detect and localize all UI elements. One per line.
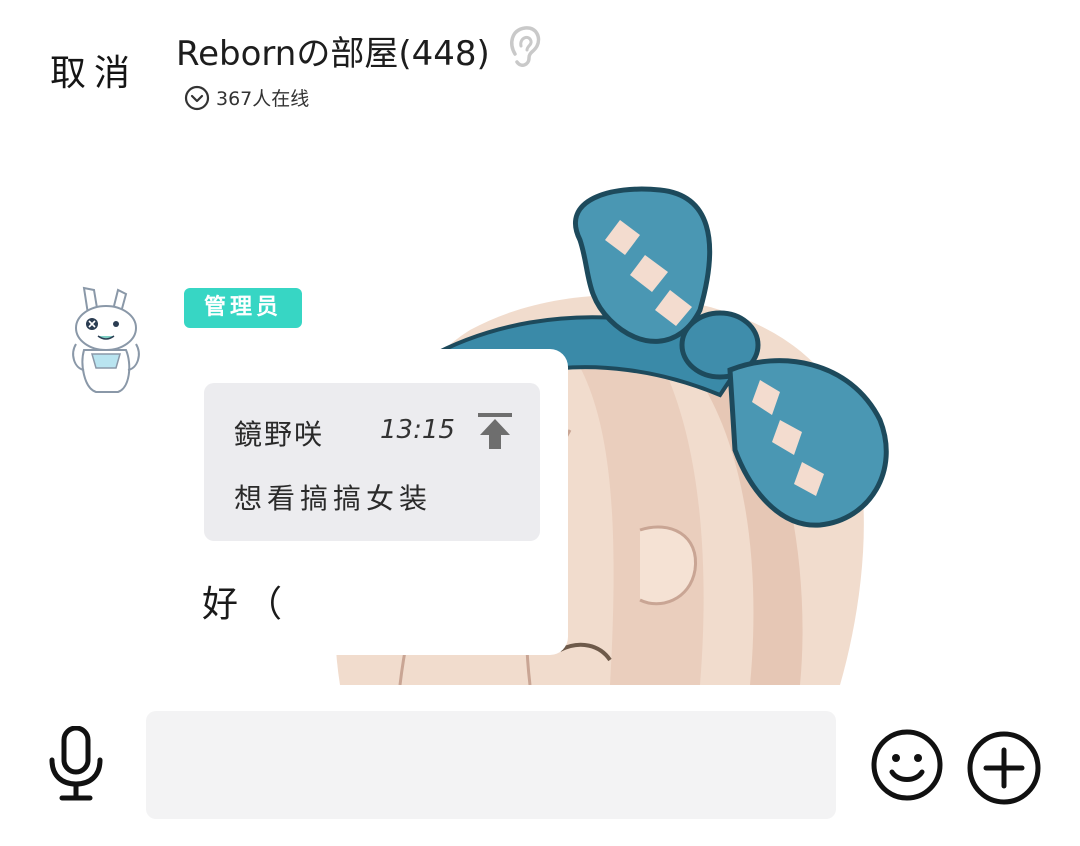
message-text: 好（: [202, 584, 291, 625]
message-bubble[interactable]: 鏡野咲 13:15 想看搞搞女装 好（: [176, 349, 568, 655]
chevron-down-circle-icon: [184, 85, 210, 110]
composer-bar: [0, 686, 1080, 846]
quote-author: 鏡野咲: [234, 418, 325, 451]
microphone-icon[interactable]: [44, 726, 108, 802]
ear-icon[interactable]: [505, 24, 545, 70]
quote-text: 想看搞搞女装: [234, 482, 433, 515]
admin-badge: 管理员: [184, 288, 302, 328]
pin-to-top-icon[interactable]: [476, 411, 514, 451]
emoji-icon[interactable]: [870, 728, 944, 802]
quoted-message[interactable]: 鏡野咲 13:15 想看搞搞女装: [204, 383, 540, 541]
online-count: 367人在线: [216, 88, 310, 110]
room-title: Rebornの部屋(448): [176, 34, 490, 74]
online-status[interactable]: 367人在线: [184, 84, 309, 111]
message-input[interactable]: [146, 711, 836, 819]
avatar[interactable]: [66, 284, 146, 396]
plus-icon[interactable]: [966, 730, 1042, 806]
cancel-button[interactable]: 取消: [50, 44, 138, 96]
quote-time: 13:15: [380, 415, 455, 445]
chat-header: 取消 Rebornの部屋(448) 367人在线: [0, 0, 1080, 130]
